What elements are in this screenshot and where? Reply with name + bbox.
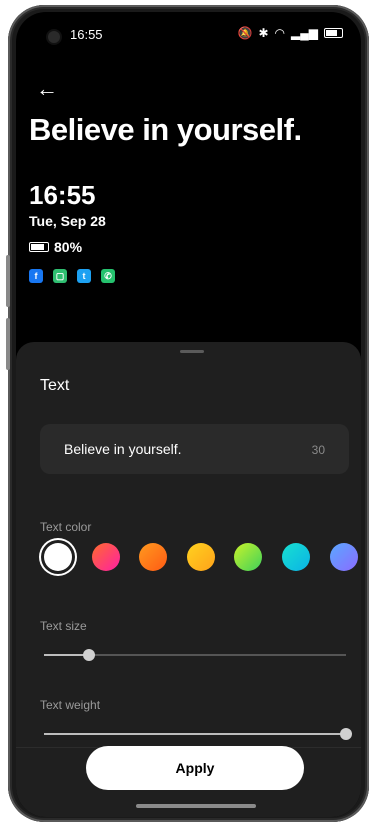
phone-screen: 16:55 🔕 ✱ ◠ ▂▄▆ ← Believe in yourself. 1… <box>16 12 361 817</box>
color-swatch-cyan[interactable] <box>282 543 310 571</box>
sheet-title: Text <box>40 377 70 394</box>
notification-app-icons: f ▢ t ✆ <box>29 269 115 283</box>
text-color-label: Text color <box>40 520 92 534</box>
text-weight-slider[interactable] <box>44 728 352 740</box>
color-swatch-pink[interactable] <box>92 543 120 571</box>
color-swatch-blue[interactable] <box>330 543 358 571</box>
signal-icon: ▂▄▆ <box>291 26 318 40</box>
twitter-icon: t <box>77 269 91 283</box>
mute-icon: 🔕 <box>237 26 253 40</box>
battery-percent: 80% <box>54 239 83 255</box>
text-size-slider[interactable] <box>44 649 346 661</box>
preview-clock: 16:55 <box>29 180 96 210</box>
power-button <box>6 318 10 370</box>
status-icons: 🔕 ✱ ◠ ▂▄▆ <box>238 26 343 40</box>
status-bar: 16:55 🔕 ✱ ◠ ▂▄▆ <box>16 12 361 48</box>
color-swatch-white[interactable] <box>44 543 72 571</box>
color-swatch-orange[interactable] <box>139 543 167 571</box>
messages-icon: ▢ <box>53 269 67 283</box>
color-swatch-lime[interactable] <box>234 543 262 571</box>
text-weight-fill <box>44 733 346 735</box>
bluetooth-icon: ✱ <box>258 26 269 40</box>
status-time: 16:55 <box>70 27 103 42</box>
color-swatches <box>40 543 361 579</box>
front-camera <box>48 31 60 43</box>
sheet-drag-handle[interactable] <box>180 350 204 353</box>
text-input-value: Believe in yourself. <box>64 441 182 457</box>
phone-icon: ✆ <box>101 269 115 283</box>
preview-battery: 80% <box>29 239 82 255</box>
back-arrow-icon[interactable]: ← <box>36 76 58 102</box>
volume-button <box>6 255 10 307</box>
text-weight-label: Text weight <box>40 698 101 712</box>
char-count: 30 <box>311 443 325 457</box>
wifi-icon: ◠ <box>274 26 286 40</box>
apply-button[interactable]: Apply <box>86 746 304 790</box>
preview-date: Tue, Sep 28 <box>29 213 106 229</box>
text-weight-knob[interactable] <box>340 728 352 740</box>
battery-icon <box>29 242 49 252</box>
text-size-knob[interactable] <box>83 649 96 661</box>
home-indicator <box>136 804 256 808</box>
text-input[interactable]: Believe in yourself. 30 <box>40 424 349 474</box>
battery-icon <box>324 28 343 38</box>
text-size-label: Text size <box>40 619 87 633</box>
facebook-icon: f <box>29 269 43 283</box>
color-swatch-yellow[interactable] <box>187 543 215 571</box>
preview-headline: Believe in yourself. <box>29 112 302 147</box>
